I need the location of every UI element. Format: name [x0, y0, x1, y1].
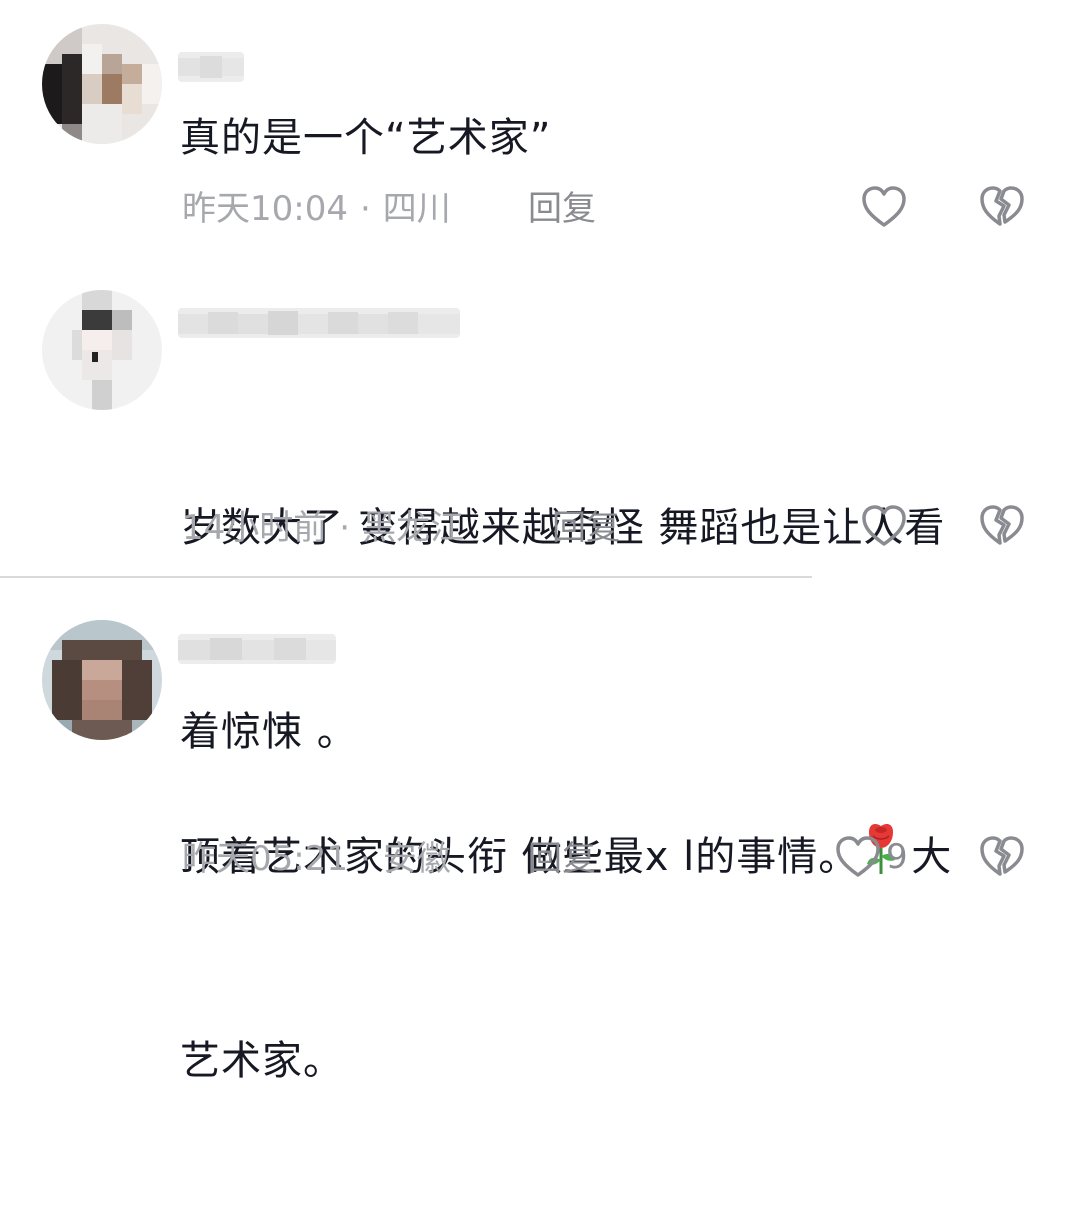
divider	[0, 576, 812, 578]
like-button[interactable]	[860, 182, 908, 232]
comment-text-segment: 大	[911, 834, 953, 880]
reply-button[interactable]: 回复	[528, 834, 596, 884]
username-blurred[interactable]	[178, 52, 244, 82]
like-button[interactable]	[860, 501, 908, 551]
dislike-button[interactable]	[977, 501, 1027, 551]
comment-time: 14小时前	[182, 508, 328, 548]
comment-location: 黑龙江	[362, 508, 465, 548]
like-button[interactable]: 9	[834, 832, 908, 882]
comment-meta: 昨天10:04 · 四川	[182, 184, 451, 234]
dislike-button[interactable]	[977, 832, 1027, 882]
heart-outline-icon	[862, 505, 906, 546]
meta-separator: ·	[339, 508, 351, 548]
comment-item-3: 顶着艺术家的头衔 做些最x l的事情。大 艺术家。 昨天05:21 · 安徽 回复 …	[0, 580, 1080, 1084]
comment-time: 昨天10:04	[182, 189, 348, 229]
heart-outline-icon	[862, 186, 906, 227]
like-count: 9	[886, 837, 908, 877]
broken-heart-icon	[980, 836, 1024, 876]
comment-time: 昨天05:21	[182, 839, 348, 879]
heart-outline-icon	[836, 836, 880, 877]
avatar[interactable]	[42, 290, 162, 410]
comment-text: 顶着艺术家的头衔 做些最x l的事情。大 艺术家。	[180, 684, 1030, 1231]
avatar[interactable]	[42, 620, 162, 740]
comment-meta: 昨天05:21 · 安徽	[182, 834, 451, 884]
meta-separator: ·	[359, 839, 371, 879]
username-blurred[interactable]	[178, 634, 336, 664]
dislike-button[interactable]	[977, 182, 1027, 232]
broken-heart-icon	[980, 505, 1024, 545]
meta-separator: ·	[359, 189, 371, 229]
avatar[interactable]	[42, 24, 162, 144]
comment-text-line: 艺术家。	[180, 1038, 344, 1084]
reply-button[interactable]: 回复	[552, 503, 620, 553]
broken-heart-icon	[980, 186, 1024, 226]
comment-location: 四川	[382, 189, 451, 229]
comment-text: 真的是一个“艺术家”	[180, 115, 552, 161]
reply-button[interactable]: 回复	[528, 184, 596, 234]
comment-meta: 14小时前 · 黑龙江	[182, 503, 464, 553]
comment-item-1: 真的是一个“艺术家” 昨天10:04 · 四川 回复	[0, 0, 1080, 260]
comment-item-2: 岁数大了 变得越来越奇怪 舞蹈也是让人看 着惊悚 。 14小时前 · 黑龙江 回复	[0, 260, 1080, 755]
username-blurred[interactable]	[178, 308, 460, 338]
comment-location: 安徽	[382, 839, 451, 879]
